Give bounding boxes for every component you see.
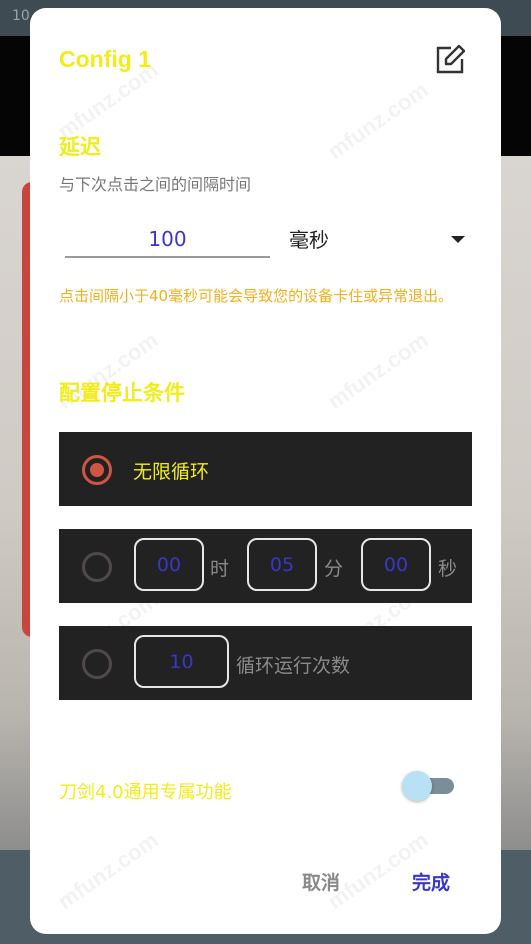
done-button[interactable]: 完成 bbox=[412, 868, 450, 895]
status-text: 10 bbox=[12, 8, 30, 24]
infinite-label: 无限循环 bbox=[133, 461, 210, 483]
radio-timer[interactable] bbox=[82, 552, 112, 582]
stop-conditions-heading: 配置停止条件 bbox=[59, 381, 185, 405]
cancel-button[interactable]: 取消 bbox=[302, 868, 340, 895]
hours-input[interactable] bbox=[134, 538, 204, 591]
dropdown-arrow-icon bbox=[451, 236, 465, 243]
dialog-title: Config 1 bbox=[59, 46, 151, 72]
watermark: mfunz.com bbox=[323, 77, 433, 165]
seconds-input[interactable] bbox=[361, 538, 431, 591]
feature-label: 刀剑4.0通用专属功能 bbox=[59, 782, 232, 803]
watermark: mfunz.com bbox=[323, 327, 433, 415]
delay-unit-label: 毫秒 bbox=[289, 228, 329, 252]
stop-option-infinite[interactable]: 无限循环 bbox=[59, 432, 472, 506]
feature-toggle[interactable] bbox=[402, 771, 456, 801]
radio-infinite[interactable] bbox=[82, 455, 112, 485]
minutes-label: 分 bbox=[324, 558, 344, 580]
config-dialog: mfunz.com mfunz.com mfunz.com mfunz.com … bbox=[30, 8, 501, 934]
delay-warning: 点击间隔小于40毫秒可能会导致您的设备卡住或异常退出。 bbox=[59, 287, 454, 305]
stop-option-timer[interactable]: 时 分 秒 bbox=[59, 529, 472, 603]
edit-icon[interactable] bbox=[434, 44, 466, 76]
delay-input[interactable] bbox=[65, 222, 270, 258]
delay-heading: 延迟 bbox=[59, 135, 101, 159]
watermark: mfunz.com bbox=[53, 827, 163, 915]
stop-option-cycles[interactable]: 循环运行次数 bbox=[59, 626, 472, 700]
toggle-thumb bbox=[402, 771, 432, 801]
radio-cycles[interactable] bbox=[82, 649, 112, 679]
cycles-input[interactable] bbox=[134, 635, 229, 688]
cycles-label: 循环运行次数 bbox=[236, 655, 351, 677]
hours-label: 时 bbox=[210, 558, 230, 580]
delay-subtitle: 与下次点击之间的间隔时间 bbox=[59, 175, 252, 194]
delay-unit-select[interactable]: 毫秒 bbox=[289, 222, 471, 258]
seconds-label: 秒 bbox=[438, 558, 458, 580]
minutes-input[interactable] bbox=[247, 538, 317, 591]
